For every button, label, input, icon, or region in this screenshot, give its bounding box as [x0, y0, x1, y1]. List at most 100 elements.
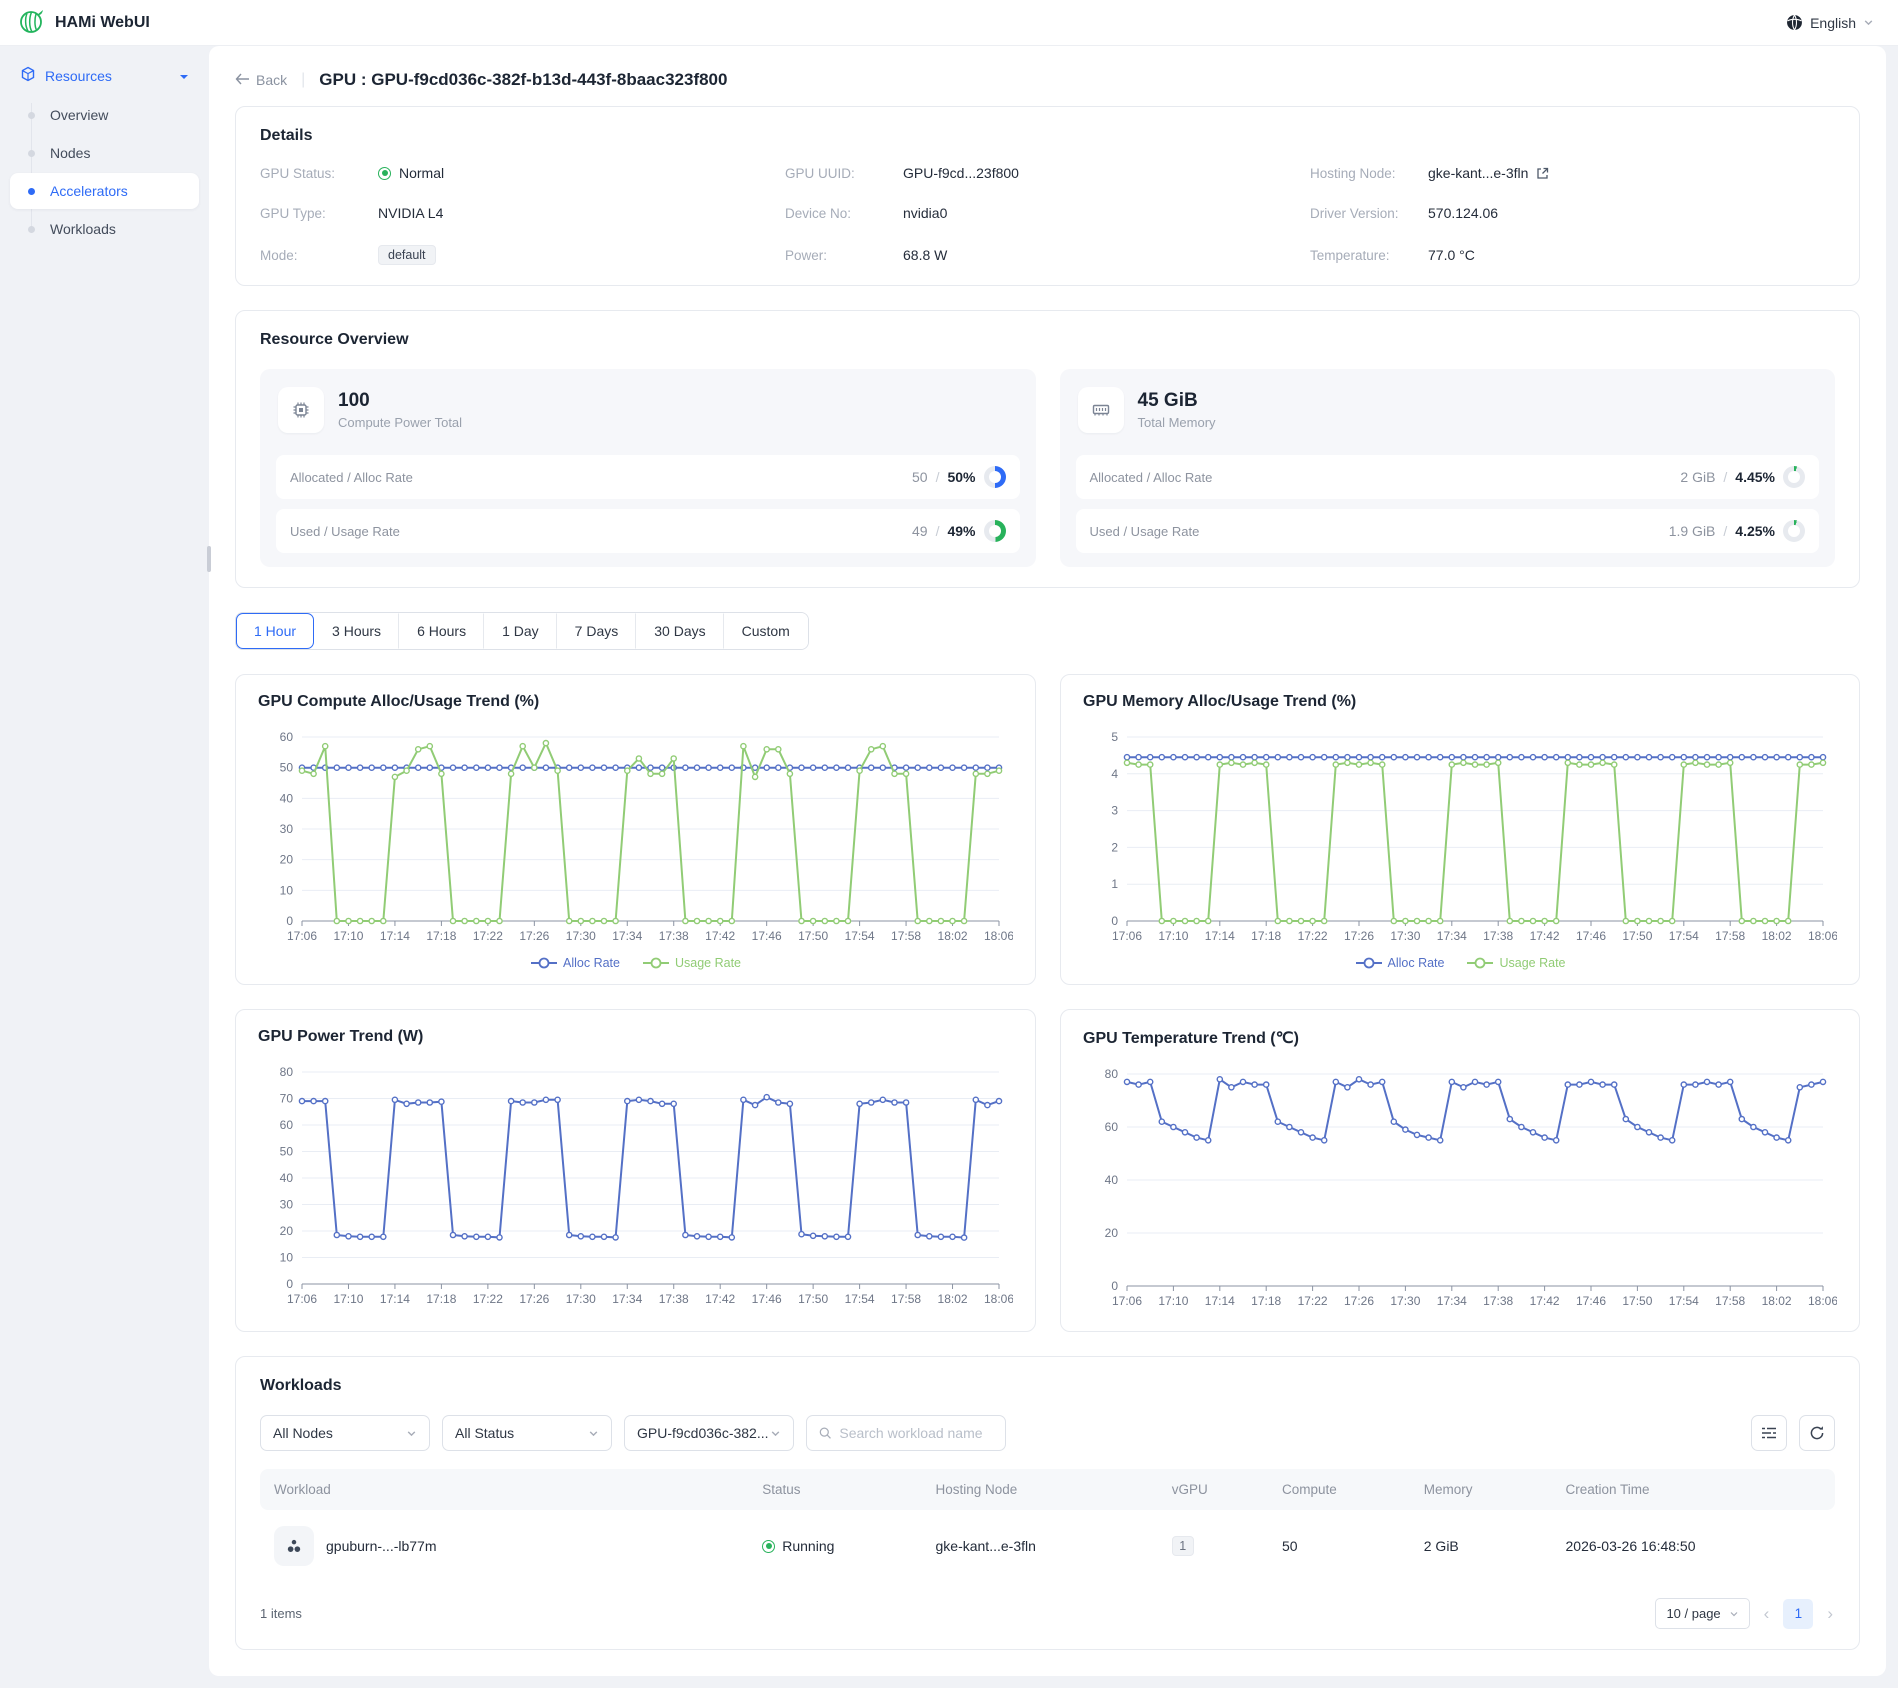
svg-text:17:42: 17:42	[1530, 1294, 1560, 1308]
usage-gauge	[984, 520, 1006, 542]
bullet-icon	[28, 150, 35, 157]
svg-text:1: 1	[1111, 877, 1118, 891]
refresh-button[interactable]	[1799, 1415, 1835, 1451]
range-custom[interactable]: Custom	[724, 613, 808, 649]
compute-allocated-row: Allocated / Alloc Rate 50 / 50%	[276, 455, 1020, 499]
time-range-selector: 1 Hour 3 Hours 6 Hours 1 Day 7 Days 30 D…	[235, 612, 809, 650]
alloc-gauge	[1783, 466, 1805, 488]
cell-creation-time: 2026-03-26 16:48:50	[1552, 1510, 1836, 1582]
sidebar-item-label: Overview	[50, 107, 108, 123]
col-creation-time: Creation Time	[1552, 1469, 1836, 1510]
range-30-days[interactable]: 30 Days	[636, 613, 723, 649]
svg-text:18:06: 18:06	[1808, 1294, 1837, 1308]
memory-trend-chart-card: GPU Memory Alloc/Usage Trend (%) 0123451…	[1060, 674, 1860, 985]
bullet-icon	[28, 188, 35, 195]
col-vgpu: vGPU	[1158, 1469, 1268, 1510]
svg-text:0: 0	[1111, 914, 1118, 928]
svg-text:17:26: 17:26	[1344, 1294, 1374, 1308]
memory-icon	[1078, 387, 1124, 433]
back-arrow-icon	[235, 72, 250, 88]
svg-text:17:58: 17:58	[1715, 929, 1745, 943]
svg-text:2: 2	[1111, 840, 1118, 854]
power-trend-chart-card: GPU Power Trend (W) 0102030405060708017:…	[235, 1009, 1036, 1332]
sidebar-section-resources[interactable]: Resources	[10, 56, 199, 95]
page-1-button[interactable]: 1	[1783, 1599, 1813, 1629]
search-input[interactable]	[839, 1425, 993, 1441]
legend-usage-rate[interactable]: Usage Rate	[1466, 956, 1565, 970]
compute-total-label: Compute Power Total	[338, 415, 462, 430]
gpu-filter-select[interactable]: GPU-f9cd036c-382...	[624, 1415, 794, 1451]
workloads-card: Workloads All Nodes All Status GPU-f9cd0…	[235, 1356, 1860, 1650]
field-value: NVIDIA L4	[378, 205, 443, 221]
legend-alloc-rate[interactable]: Alloc Rate	[530, 956, 620, 970]
column-settings-button[interactable]	[1751, 1415, 1787, 1451]
alloc-gauge	[984, 466, 1006, 488]
temperature-trend-chart-card: GPU Temperature Trend (℃) 02040608017:06…	[1060, 1009, 1860, 1332]
svg-text:17:18: 17:18	[1251, 1294, 1281, 1308]
svg-text:17:06: 17:06	[287, 1292, 317, 1306]
svg-text:17:14: 17:14	[1205, 1294, 1235, 1308]
power-trend-chart[interactable]: 0102030405060708017:0617:1017:1417:1817:…	[258, 1062, 1013, 1315]
col-workload: Workload	[260, 1469, 748, 1510]
range-1-day[interactable]: 1 Day	[484, 613, 557, 649]
legend-usage-rate[interactable]: Usage Rate	[642, 956, 741, 970]
field-label: GPU UUID:	[785, 166, 903, 181]
svg-text:60: 60	[1105, 1120, 1119, 1134]
svg-text:17:50: 17:50	[1622, 1294, 1652, 1308]
chevron-down-icon	[1863, 17, 1874, 28]
temperature-trend-chart[interactable]: 02040608017:0617:1017:1417:1817:2217:261…	[1083, 1064, 1837, 1317]
field-value: 77.0 °C	[1428, 247, 1475, 263]
svg-text:3: 3	[1111, 804, 1118, 818]
sidebar-item-accelerators[interactable]: Accelerators	[10, 173, 199, 209]
svg-text:20: 20	[280, 853, 294, 867]
search-icon	[819, 1426, 831, 1440]
svg-text:17:10: 17:10	[1158, 1294, 1188, 1308]
svg-text:17:18: 17:18	[426, 929, 456, 943]
nodes-filter-select[interactable]: All Nodes	[260, 1415, 430, 1451]
status-label: Running	[782, 1538, 834, 1554]
svg-text:0: 0	[286, 1277, 293, 1291]
memory-trend-chart[interactable]: 01234517:0617:1017:1417:1817:2217:2617:3…	[1083, 727, 1837, 952]
chart-title: GPU Power Trend (W)	[258, 1028, 1013, 1046]
compute-trend-chart-card: GPU Compute Alloc/Usage Trend (%) 010203…	[235, 674, 1036, 985]
legend-alloc-rate[interactable]: Alloc Rate	[1355, 956, 1445, 970]
compute-trend-chart[interactable]: 010203040506017:0617:1017:1417:1817:2217…	[258, 727, 1013, 952]
range-6-hours[interactable]: 6 Hours	[399, 613, 484, 649]
svg-text:17:42: 17:42	[705, 1292, 735, 1306]
external-link-icon[interactable]	[1536, 167, 1549, 180]
chevron-down-icon	[1729, 1609, 1739, 1619]
range-3-hours[interactable]: 3 Hours	[314, 613, 399, 649]
svg-text:17:34: 17:34	[612, 1292, 642, 1306]
workload-name[interactable]: gpuburn-...-lb77m	[326, 1538, 437, 1554]
sidebar-collapse-handle[interactable]	[207, 546, 211, 572]
svg-text:17:22: 17:22	[473, 929, 503, 943]
svg-text:18:06: 18:06	[984, 1292, 1013, 1306]
field-label: Device No:	[785, 206, 903, 221]
sidebar-item-workloads[interactable]: Workloads	[10, 211, 199, 247]
prev-page-button[interactable]: ‹	[1762, 1604, 1772, 1624]
range-7-days[interactable]: 7 Days	[557, 613, 637, 649]
metric-label: Used / Usage Rate	[1090, 524, 1200, 539]
legend-label: Alloc Rate	[1388, 956, 1445, 970]
field-device-no: Device No: nvidia0	[785, 205, 1310, 221]
sidebar-items: Overview Nodes Accelerators Workloads	[10, 97, 199, 247]
svg-text:18:02: 18:02	[938, 1292, 968, 1306]
metric-percent: 4.45%	[1735, 469, 1775, 485]
back-button[interactable]: Back	[235, 72, 287, 88]
cell-compute: 50	[1268, 1510, 1410, 1582]
range-1-hour[interactable]: 1 Hour	[236, 613, 314, 649]
select-value: All Nodes	[273, 1425, 333, 1441]
svg-text:17:58: 17:58	[891, 929, 921, 943]
language-selector[interactable]: English	[1786, 14, 1874, 31]
chip-icon	[278, 387, 324, 433]
sidebar-item-overview[interactable]: Overview	[10, 97, 199, 133]
svg-text:50: 50	[280, 761, 294, 775]
page-size-select[interactable]: 10 / page	[1655, 1598, 1749, 1629]
sidebar-item-nodes[interactable]: Nodes	[10, 135, 199, 171]
svg-text:10: 10	[280, 1251, 294, 1265]
table-row[interactable]: gpuburn-...-lb77m Running gke-kant...e-3…	[260, 1510, 1835, 1582]
next-page-button[interactable]: ›	[1825, 1604, 1835, 1624]
svg-text:17:22: 17:22	[1298, 929, 1328, 943]
status-filter-select[interactable]: All Status	[442, 1415, 612, 1451]
svg-text:30: 30	[280, 1198, 294, 1212]
